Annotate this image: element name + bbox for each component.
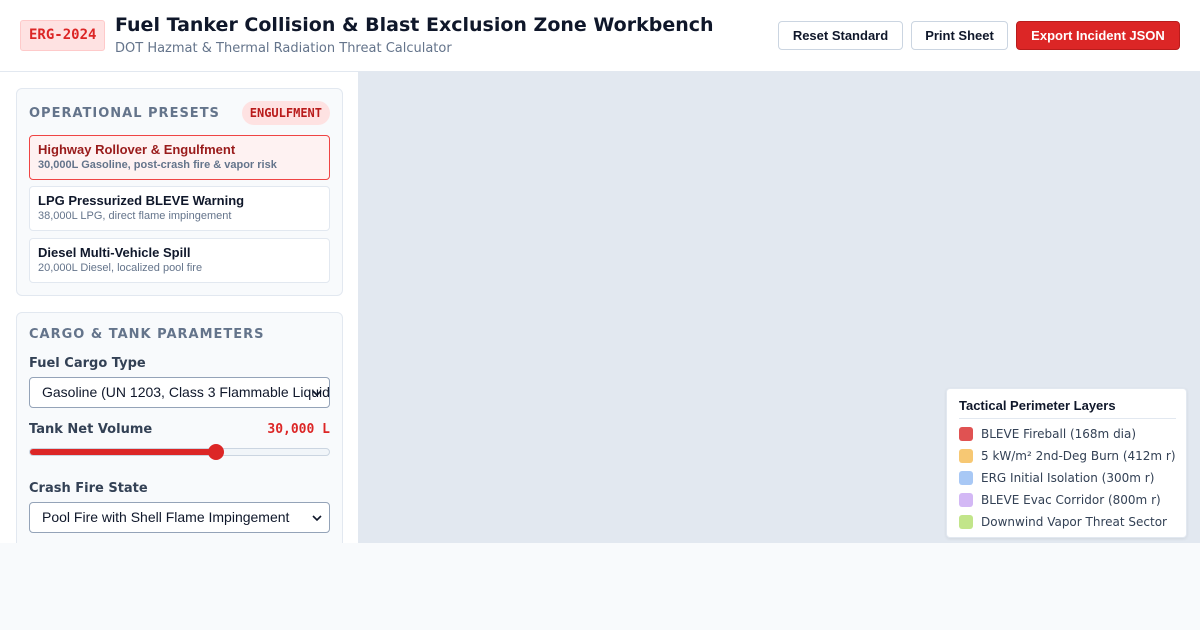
tank-volume-slider-track[interactable] bbox=[29, 448, 330, 456]
tank-volume-slider-fill bbox=[30, 449, 216, 455]
preset-desc: 30,000L Gasoline, post-crash fire & vapo… bbox=[38, 159, 277, 171]
cargo-title: CARGO & TANK PARAMETERS bbox=[29, 327, 265, 342]
chevron-down-icon bbox=[312, 390, 322, 397]
preset-highway-rollover[interactable]: Highway Rollover & Engulfment 30,000L Ga… bbox=[29, 135, 330, 180]
chevron-down-icon bbox=[312, 515, 322, 522]
preset-desc: 38,000L LPG, direct flame impingement bbox=[38, 210, 232, 222]
erg-code-badge: ERG-2024 bbox=[20, 20, 106, 51]
tactical-perimeter-legend: Tactical Perimeter Layers BLEVE Fireball… bbox=[946, 388, 1187, 538]
cargo-tank-parameters-card: CARGO & TANK PARAMETERS Fuel Cargo Type … bbox=[16, 312, 343, 543]
fuel-cargo-type-value: Gasoline (UN 1203, Class 3 Flammable Liq… bbox=[42, 384, 330, 400]
legend-label: BLEVE Fireball (168m dia) bbox=[981, 427, 1137, 441]
preset-diesel-spill[interactable]: Diesel Multi-Vehicle Spill 20,000L Diese… bbox=[29, 238, 330, 283]
preset-lpg-bleve[interactable]: LPG Pressurized BLEVE Warning 38,000L LP… bbox=[29, 186, 330, 231]
sidebar: OPERATIONAL PRESETS ENGULFMENT Highway R… bbox=[0, 72, 359, 543]
fuel-cargo-type-select[interactable]: Gasoline (UN 1203, Class 3 Flammable Liq… bbox=[29, 377, 330, 408]
legend-divider bbox=[959, 418, 1176, 419]
fuel-cargo-type-label: Fuel Cargo Type bbox=[29, 356, 146, 371]
page-footer-band bbox=[0, 543, 1200, 630]
legend-swatch bbox=[959, 449, 973, 463]
tank-volume-slider-thumb[interactable] bbox=[207, 444, 224, 460]
legend-swatch bbox=[959, 427, 973, 441]
crash-fire-state-value: Pool Fire with Shell Flame Impingement bbox=[42, 509, 290, 525]
legend-swatch bbox=[959, 515, 973, 529]
engulfment-badge: ENGULFMENT bbox=[241, 101, 330, 125]
page-subtitle: DOT Hazmat & Thermal Radiation Threat Ca… bbox=[115, 41, 452, 56]
legend-label: Downwind Vapor Threat Sector bbox=[981, 515, 1167, 529]
tank-net-volume-label: Tank Net Volume bbox=[29, 422, 153, 437]
export-incident-json-button[interactable]: Export Incident JSON bbox=[1016, 21, 1180, 50]
tactical-map-canvas[interactable]: Tactical Perimeter Layers BLEVE Fireball… bbox=[359, 72, 1200, 543]
page-title: Fuel Tanker Collision & Blast Exclusion … bbox=[115, 14, 714, 36]
preset-name: Diesel Multi-Vehicle Spill bbox=[38, 245, 191, 260]
preset-desc: 20,000L Diesel, localized pool fire bbox=[38, 262, 203, 274]
legend-label: BLEVE Evac Corridor (800m r) bbox=[981, 493, 1161, 507]
legend-swatch bbox=[959, 471, 973, 485]
legend-swatch bbox=[959, 493, 973, 507]
operational-presets-card: OPERATIONAL PRESETS ENGULFMENT Highway R… bbox=[16, 88, 343, 296]
app-header: ERG-2024 Fuel Tanker Collision & Blast E… bbox=[0, 0, 1200, 72]
preset-name: LPG Pressurized BLEVE Warning bbox=[38, 193, 245, 208]
crash-fire-state-select[interactable]: Pool Fire with Shell Flame Impingement bbox=[29, 502, 330, 533]
legend-label: 5 kW/m² 2nd-Deg Burn (412m r) bbox=[981, 449, 1176, 463]
presets-title: OPERATIONAL PRESETS bbox=[29, 106, 220, 121]
reset-standard-button[interactable]: Reset Standard bbox=[778, 21, 903, 50]
crash-fire-state-label: Crash Fire State bbox=[29, 481, 148, 496]
legend-label: ERG Initial Isolation (300m r) bbox=[981, 471, 1155, 485]
legend-title: Tactical Perimeter Layers bbox=[959, 398, 1116, 413]
preset-name: Highway Rollover & Engulfment bbox=[38, 142, 236, 157]
tank-net-volume-value: 30,000 L bbox=[267, 422, 330, 437]
print-sheet-button[interactable]: Print Sheet bbox=[911, 21, 1008, 50]
